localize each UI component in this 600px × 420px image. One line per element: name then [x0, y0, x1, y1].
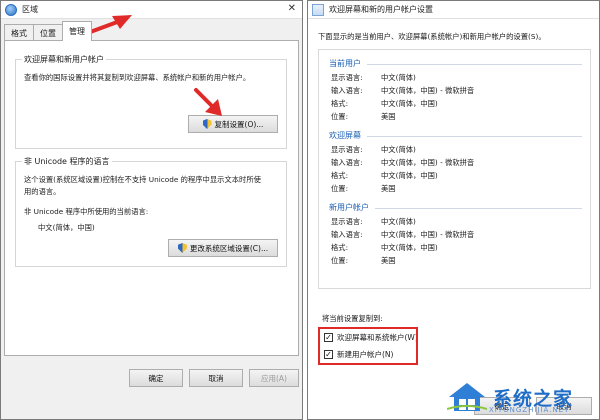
settings-window-icon: [312, 3, 324, 16]
region-tabs: 格式 位置 管理: [4, 21, 92, 41]
section-divider: [367, 64, 582, 65]
kv-value: 中文(简体，中国): [381, 243, 438, 252]
welcome-settings-titlebar: 欢迎屏幕和新的用户帐户设置: [308, 1, 599, 19]
administrative-panel: 欢迎屏幕和新用户帐户 查看你的国际设置并将其复制到欢迎屏幕、系统帐户和新的用户帐…: [4, 40, 299, 356]
current-language-label: 非 Unicode 程序中所使用的当前语言:: [24, 207, 149, 216]
welcome-group-title: 欢迎屏幕和新用户帐户: [22, 54, 106, 65]
tab-location[interactable]: 位置: [33, 24, 63, 41]
region-title: 区域: [22, 5, 38, 14]
welcome-group: 欢迎屏幕和新用户帐户 查看你的国际设置并将其复制到欢迎屏幕、系统帐户和新的用户帐…: [15, 54, 287, 149]
kv-value: 中文(简体，中国): [381, 171, 438, 180]
section-divider: [367, 136, 582, 137]
kv-label: 输入语言:: [331, 86, 363, 95]
tab-formats[interactable]: 格式: [4, 24, 34, 41]
kv-value: 中文(简体，中国) - 微软拼音: [381, 86, 475, 95]
kv-label: 输入语言:: [331, 158, 363, 167]
section-heading: 当前用户: [329, 59, 361, 68]
kv-value: 中文(简体): [381, 217, 416, 226]
kv-label: 位置:: [331, 112, 349, 121]
kv-value: 中文(简体，中国): [381, 99, 438, 108]
kv-label: 格式:: [331, 99, 349, 108]
kv-value: 美国: [381, 184, 396, 193]
unicode-desc-line2: 用的语言。: [24, 187, 61, 196]
kv-label: 显示语言:: [331, 73, 363, 82]
settings-summary-box: 当前用户 显示语言: 中文(简体) 输入语言: 中文(简体，中国) - 微软拼音…: [318, 49, 591, 289]
kv-value: 中文(简体，中国) - 微软拼音: [381, 230, 475, 239]
copy-to-label: 将当前设置复制到:: [322, 314, 383, 323]
region-dialog: 区域 ✕ 格式 位置 管理 欢迎屏幕和新用户帐户 查看你的国际设置并将其复制到欢…: [0, 0, 303, 420]
watermark-subtext: XITONGZHIJIA.NET: [489, 406, 570, 414]
unicode-group-title: 非 Unicode 程序的语言: [22, 156, 112, 167]
uac-shield-icon: [177, 243, 187, 253]
welcome-settings-title: 欢迎屏幕和新的用户帐户设置: [329, 5, 433, 14]
site-watermark: 系统之家 XITONGZHIJIA.NET: [447, 376, 597, 418]
ok-button[interactable]: 确定: [129, 369, 183, 387]
welcome-settings-intro: 下面显示的是当前用户、欢迎屏幕(系统帐户)和新用户帐户的设置(S)。: [318, 32, 546, 41]
kv-value: 中文(简体): [381, 73, 416, 82]
kv-value: 中文(简体，中国) - 微软拼音: [381, 158, 475, 167]
current-language-value: 中文(简体，中国): [38, 223, 95, 232]
copy-settings-button[interactable]: 复制设置(O)...: [188, 115, 278, 133]
kv-label: 格式:: [331, 171, 349, 180]
kv-label: 格式:: [331, 243, 349, 252]
kv-label: 显示语言:: [331, 145, 363, 154]
kv-value: 中文(简体): [381, 145, 416, 154]
welcome-settings-dialog: 欢迎屏幕和新的用户帐户设置 下面显示的是当前用户、欢迎屏幕(系统帐户)和新用户帐…: [307, 0, 600, 420]
section-heading: 欢迎屏幕: [329, 131, 361, 140]
close-icon[interactable]: ✕: [288, 3, 296, 14]
unicode-desc-line1: 这个设置(系统区域设置)控制在不支持 Unicode 的程序中显示文本时所使: [24, 175, 261, 184]
house-logo-icon: [447, 383, 487, 411]
region-titlebar: 区域 ✕: [1, 1, 302, 19]
change-system-locale-button[interactable]: 更改系统区域设置(C)...: [168, 239, 278, 257]
welcome-group-description: 查看你的国际设置并将其复制到欢迎屏幕、系统帐户和新的用户帐户。: [24, 73, 251, 82]
globe-icon: [5, 3, 17, 16]
unicode-group: 非 Unicode 程序的语言 这个设置(系统区域设置)控制在不支持 Unico…: [15, 156, 287, 267]
kv-label: 位置:: [331, 256, 349, 265]
kv-label: 显示语言:: [331, 217, 363, 226]
change-system-locale-label: 更改系统区域设置(C)...: [189, 243, 269, 253]
kv-label: 位置:: [331, 184, 349, 193]
tab-administrative[interactable]: 管理: [62, 21, 92, 41]
kv-value: 美国: [381, 256, 396, 265]
copy-settings-label: 复制设置(O)...: [214, 119, 264, 129]
highlight-frame: [318, 327, 418, 365]
section-heading: 新用户帐户: [329, 203, 369, 212]
cancel-button[interactable]: 取消: [189, 369, 243, 387]
kv-value: 美国: [381, 112, 396, 121]
section-divider: [375, 208, 582, 209]
apply-button: 应用(A): [249, 369, 299, 387]
kv-label: 输入语言:: [331, 230, 363, 239]
uac-shield-icon: [202, 119, 212, 129]
